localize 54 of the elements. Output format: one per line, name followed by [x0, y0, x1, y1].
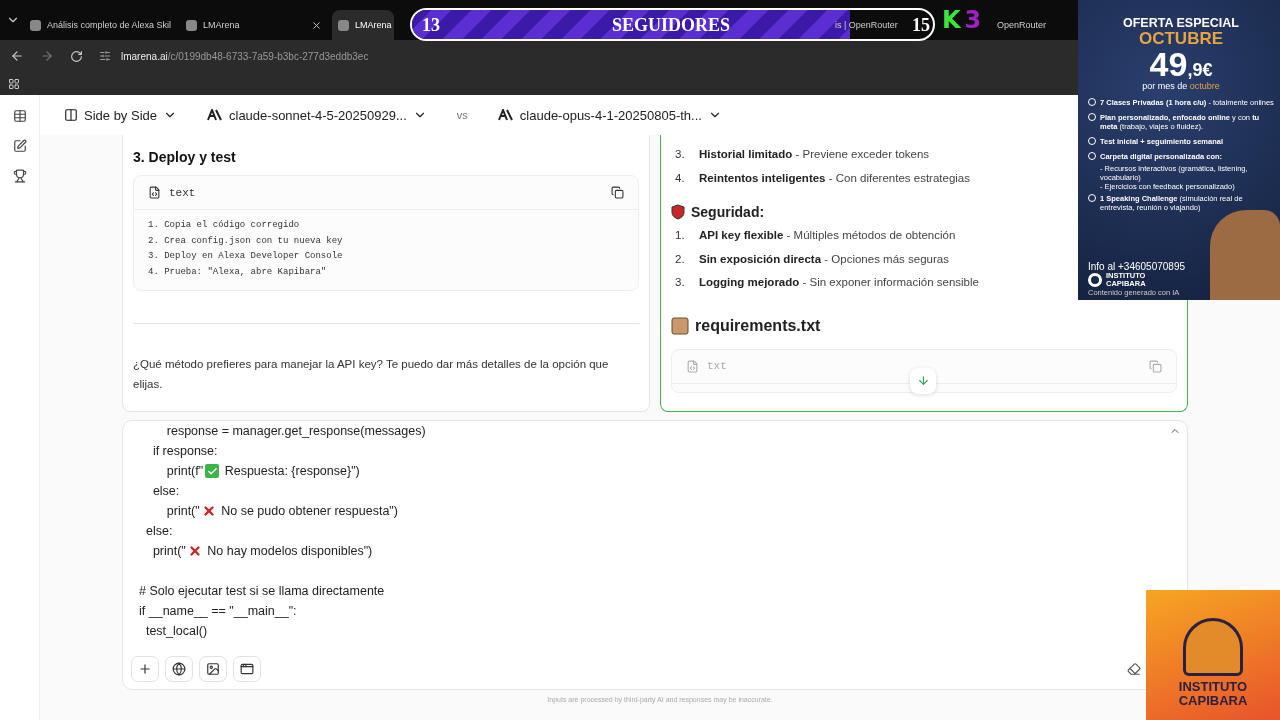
file-heading: requirements.txt	[695, 316, 821, 335]
list-number: 4.	[675, 170, 686, 186]
list-item-text: Reintentos inteligentes - Con diferentes estrategias	[699, 170, 970, 186]
list-number: 2.	[675, 251, 686, 267]
logo-letter: 3	[964, 6, 982, 34]
code-line: Respuesta: {response}")	[223, 463, 360, 480]
section-heading: 3. Deploy y test	[133, 149, 237, 165]
code-line: 1. Copia el código corregido	[148, 219, 301, 232]
code-line: 2. Crea config.json con tu nueva key	[148, 234, 344, 248]
code-line: else:	[144, 523, 173, 540]
code-line: No hay modelos disponibles")	[206, 543, 373, 560]
vs-label: vs	[456, 109, 468, 121]
code-line: else:	[151, 483, 180, 500]
section-heading: Seguridad:	[691, 204, 765, 220]
code-language: txt	[707, 360, 727, 372]
ad-month: OCTUBRE	[1137, 30, 1225, 47]
followers-label: SEGUIDORES	[612, 15, 731, 36]
list-item-text: Historial limitado - Previene exceder tokens	[699, 147, 930, 162]
code-line: response = manager.get_response(messages)	[165, 423, 426, 440]
code-line: No se pudo obtener respuesta")	[220, 503, 398, 520]
code-line: if response:	[151, 443, 218, 460]
logo-text: INSTITUTO	[1178, 680, 1248, 694]
list-item-text: Sin exposición directa - Opciones más seguras	[699, 251, 949, 267]
mode-selector[interactable]: Side by Side	[64, 107, 177, 123]
code-line: 3. Deploy en Alexa Developer Console	[148, 250, 344, 263]
logo-text: CAPIBARA	[1178, 694, 1248, 708]
code-language: text	[169, 186, 196, 199]
ad-contact: Info al +34605070895	[1088, 261, 1187, 272]
logo-letter: K	[942, 6, 961, 34]
code-line: print(f"	[165, 463, 204, 480]
response-paragraph: ¿Qué método prefieres para manejar la API key? Te puedo dar más detalles de la opción que elijas.	[133, 357, 610, 392]
list-number: 1.	[675, 228, 686, 243]
address-field[interactable]: lmarena.ai/c/0199db48-6733-7a59-b3bc-277d3eddb3ec	[99, 44, 369, 68]
model-selector[interactable]: claude-opus-4-1-20250805-th...	[497, 107, 722, 123]
code-line: print("	[151, 543, 186, 560]
ad-price-cents: ,9€	[1187, 60, 1213, 81]
model-selector[interactable]: claude-sonnet-4-5-20250929...	[207, 107, 427, 123]
list-number: 3.	[675, 275, 686, 290]
code-line: # Solo ejecutar test si se llama directamente	[139, 583, 385, 600]
follower-count: 13	[422, 15, 440, 36]
ad-price-note: por mes de octubre	[1141, 81, 1221, 91]
ad-price: 49	[1149, 47, 1188, 81]
code-line: test_local()	[144, 623, 208, 640]
browser-tab[interactable]: OpenRouter	[996, 10, 1070, 40]
browser-tab[interactable]: LMArena	[180, 10, 328, 40]
code-line: print("	[165, 503, 200, 520]
follower-goal: 15	[912, 15, 930, 36]
browser-tab[interactable]: LMArena	[332, 10, 394, 40]
ad-title: OFERTA ESPECIAL	[1122, 16, 1240, 30]
list-item-text: API key flexible - Múltiples métodos de obtención	[699, 228, 956, 243]
list-number: 3.	[675, 147, 686, 162]
code-line: 4. Prueba: "Alexa, abre Kapibara"	[148, 265, 328, 279]
code-line: if __name__ == "__main__":	[139, 603, 297, 620]
list-item-text: Logging mejorado - Sin exponer información sensible	[699, 275, 979, 290]
